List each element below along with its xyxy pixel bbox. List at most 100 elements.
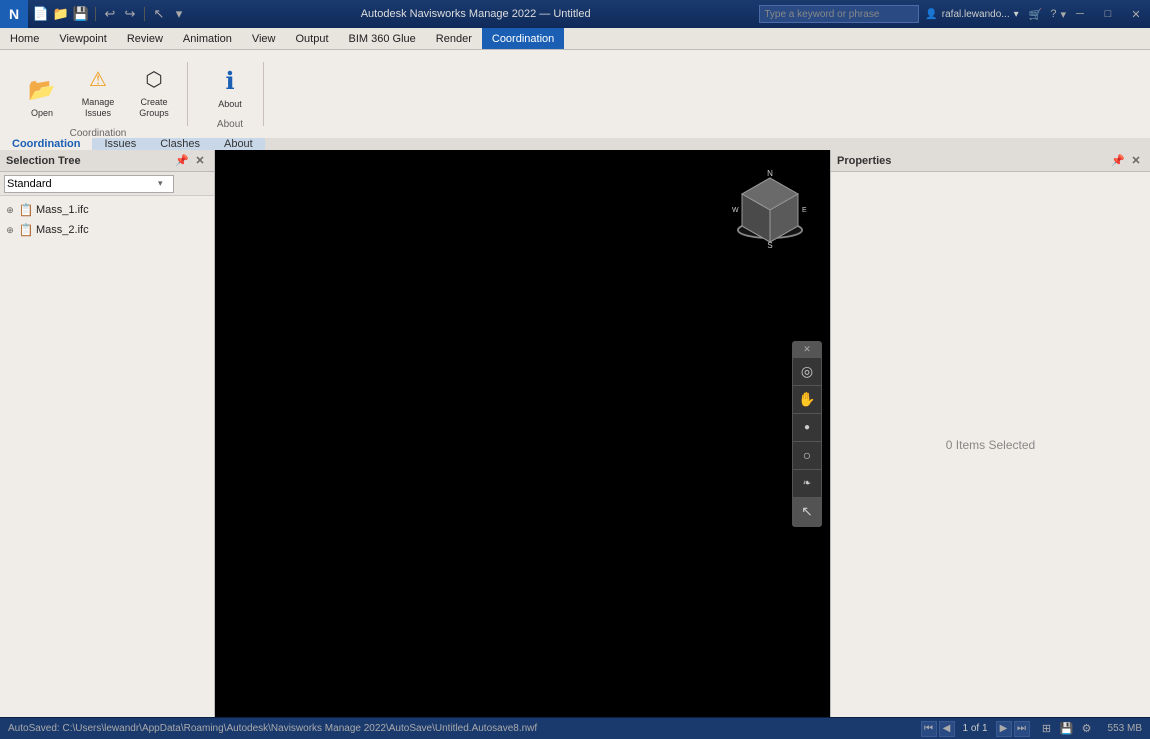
selection-tree-titlebar: Selection Tree 📌 ✕ xyxy=(0,150,214,172)
tree-label-mass1: Mass_1.ifc xyxy=(36,204,89,216)
svg-text:S: S xyxy=(767,241,772,250)
menu-animation[interactable]: Animation xyxy=(173,28,242,49)
tree-icon-mass1: 📋 xyxy=(18,202,34,218)
ribbon-btn-manage-issues[interactable]: ⚠ ManageIssues xyxy=(72,58,124,124)
memory-usage: 553 MB xyxy=(1100,723,1150,734)
status-bar: AutoSaved: C:\Users\lewandr\AppData\Roam… xyxy=(0,717,1150,739)
tree-item-mass1[interactable]: ⊕ 📋 Mass_1.ifc xyxy=(4,200,210,220)
status-icon-save[interactable]: 💾 xyxy=(1058,720,1076,738)
tree-expand-mass2[interactable]: ⊕ xyxy=(4,224,16,236)
ribbon-btn-about[interactable]: ℹ About xyxy=(204,60,256,115)
menu-output[interactable]: Output xyxy=(286,28,339,49)
menu-review[interactable]: Review xyxy=(117,28,173,49)
status-icon-grid[interactable]: ⊞ xyxy=(1038,720,1056,738)
ribbon-btn-open[interactable]: 📂 Open xyxy=(16,69,68,124)
tree-item-mass2[interactable]: ⊕ 📋 Mass_2.ifc xyxy=(4,220,210,240)
properties-panel: Properties 📌 ✕ 0 Items Selected xyxy=(830,150,1150,717)
nav-pan-btn[interactable]: ✋ xyxy=(793,386,821,414)
status-icons: ⊞ 💾 ⚙ xyxy=(1034,720,1100,738)
undo-icon[interactable]: ↩ xyxy=(101,5,119,23)
app-icon: N xyxy=(0,0,28,28)
selection-tree-toolbar: Standard Compact Properties Sets ▾ xyxy=(0,172,214,196)
new-icon[interactable]: 📄 xyxy=(32,5,50,23)
menu-viewpoint[interactable]: Viewpoint xyxy=(49,28,117,49)
viewport-3d: N E S W ✕ ◎ ✋ ● ○ ❧ ↖ xyxy=(215,150,830,717)
menu-render[interactable]: Render xyxy=(426,28,482,49)
maximize-button[interactable]: □ xyxy=(1094,0,1122,28)
window-controls: ─ □ ✕ xyxy=(1066,0,1150,28)
help-icon[interactable]: ? xyxy=(1046,8,1060,20)
ribbon-btn-create-groups[interactable]: ⬡ Create Groups xyxy=(128,58,180,124)
create-groups-icon: ⬡ xyxy=(138,63,170,95)
main-area: Selection Tree 📌 ✕ Standard Compact Prop… xyxy=(0,150,1150,717)
tree-content: ⊕ 📋 Mass_1.ifc ⊕ 📋 Mass_2.ifc xyxy=(0,196,214,717)
menu-coordination[interactable]: Coordination xyxy=(482,28,564,49)
app-title: Autodesk Navisworks Manage 2022 — Untitl… xyxy=(192,8,759,20)
properties-titlebar: Properties 📌 ✕ xyxy=(831,150,1150,172)
nav-zoom-btn[interactable]: ○ xyxy=(793,442,821,470)
properties-title: Properties xyxy=(837,155,1110,167)
selection-tree-pin-icon[interactable]: 📌 xyxy=(174,153,190,169)
nav-compass[interactable]: N E S W xyxy=(730,170,810,250)
next-page-btn[interactable]: ▶ xyxy=(996,721,1012,737)
menu-bim360[interactable]: BIM 360 Glue xyxy=(339,28,426,49)
svg-text:E: E xyxy=(802,207,807,214)
redo-icon[interactable]: ↪ xyxy=(121,5,139,23)
manage-issues-icon: ⚠ xyxy=(82,63,114,95)
open-folder-icon: 📂 xyxy=(26,74,58,106)
page-navigation: ⏮ ◀ 1 of 1 ▶ ⏭ xyxy=(917,721,1034,737)
select-icon[interactable]: ↖ xyxy=(150,5,168,23)
nav-look-around-btn[interactable]: ◎ xyxy=(793,358,821,386)
ribbon-group-coordination-label: Coordination xyxy=(70,126,127,139)
status-icon-settings[interactable]: ⚙ xyxy=(1078,720,1096,738)
menu-view[interactable]: View xyxy=(242,28,286,49)
first-page-btn[interactable]: ⏮ xyxy=(921,721,937,737)
last-page-btn[interactable]: ⏭ xyxy=(1014,721,1030,737)
save-icon[interactable]: 💾 xyxy=(72,5,90,23)
user-icon: 👤 xyxy=(925,9,937,20)
user-dropdown-icon[interactable]: ▾ xyxy=(1014,9,1019,20)
open-btn-label: Open xyxy=(31,108,53,119)
username[interactable]: rafal.lewando... xyxy=(942,9,1010,20)
nav-tools-panel: ✕ ◎ ✋ ● ○ ❧ ↖ xyxy=(792,341,822,527)
viewport[interactable]: N E S W ✕ ◎ ✋ ● ○ ❧ ↖ xyxy=(215,150,830,717)
svg-text:W: W xyxy=(732,207,739,214)
tree-view-dropdown[interactable]: Standard Compact Properties Sets xyxy=(4,175,174,193)
ribbon-group-about: ℹ About About xyxy=(196,54,264,134)
title-bar: N 📄 📁 💾 ↩ ↪ ↖ ▾ Autodesk Navisworks Mana… xyxy=(0,0,1150,28)
page-info: 1 of 1 xyxy=(957,723,994,734)
nav-select-btn[interactable]: ↖ xyxy=(793,498,821,526)
properties-empty-label: 0 Items Selected xyxy=(946,438,1035,452)
properties-content: 0 Items Selected xyxy=(831,172,1150,717)
autosave-status: AutoSaved: C:\Users\lewandr\AppData\Roam… xyxy=(0,723,917,734)
svg-text:N: N xyxy=(767,170,773,178)
cart-icon[interactable]: 🛒 xyxy=(1025,8,1047,21)
properties-close-icon[interactable]: ✕ xyxy=(1128,153,1144,169)
minimize-button[interactable]: ─ xyxy=(1066,0,1094,28)
prev-page-btn[interactable]: ◀ xyxy=(939,721,955,737)
selection-tree-panel: Selection Tree 📌 ✕ Standard Compact Prop… xyxy=(0,150,215,717)
toolbar-icons: 📄 📁 💾 ↩ ↪ ↖ ▾ xyxy=(28,5,192,23)
ribbon: 📂 Open ⚠ ManageIssues ⬡ Create Groups Co… xyxy=(0,50,1150,150)
tree-expand-mass1[interactable]: ⊕ xyxy=(4,204,16,216)
selection-tree-close-icon[interactable]: ✕ xyxy=(192,153,208,169)
ribbon-content: 📂 Open ⚠ ManageIssues ⬡ Create Groups Co… xyxy=(0,50,1150,138)
down-arrow-icon[interactable]: ▾ xyxy=(170,5,188,23)
menu-bar: Home Viewpoint Review Animation View Out… xyxy=(0,28,1150,50)
create-groups-label: Create Groups xyxy=(131,97,177,119)
user-area: 👤 rafal.lewando... ▾ xyxy=(919,9,1024,20)
nav-tools-header[interactable]: ✕ xyxy=(793,342,821,358)
nav-orbit-btn[interactable]: ● xyxy=(793,414,821,442)
open-icon[interactable]: 📁 xyxy=(52,5,70,23)
close-button[interactable]: ✕ xyxy=(1122,0,1150,28)
properties-pin-icon[interactable]: 📌 xyxy=(1110,153,1126,169)
about-btn-label: About xyxy=(218,99,242,110)
nav-walk-btn[interactable]: ❧ xyxy=(793,470,821,498)
tree-label-mass2: Mass_2.ifc xyxy=(36,224,89,236)
menu-home[interactable]: Home xyxy=(0,28,49,49)
tree-icon-mass2: 📋 xyxy=(18,222,34,238)
about-icon: ℹ xyxy=(214,65,246,97)
manage-issues-label: ManageIssues xyxy=(82,97,115,119)
selection-tree-title: Selection Tree xyxy=(6,155,174,167)
search-box[interactable]: Type a keyword or phrase xyxy=(759,5,919,23)
